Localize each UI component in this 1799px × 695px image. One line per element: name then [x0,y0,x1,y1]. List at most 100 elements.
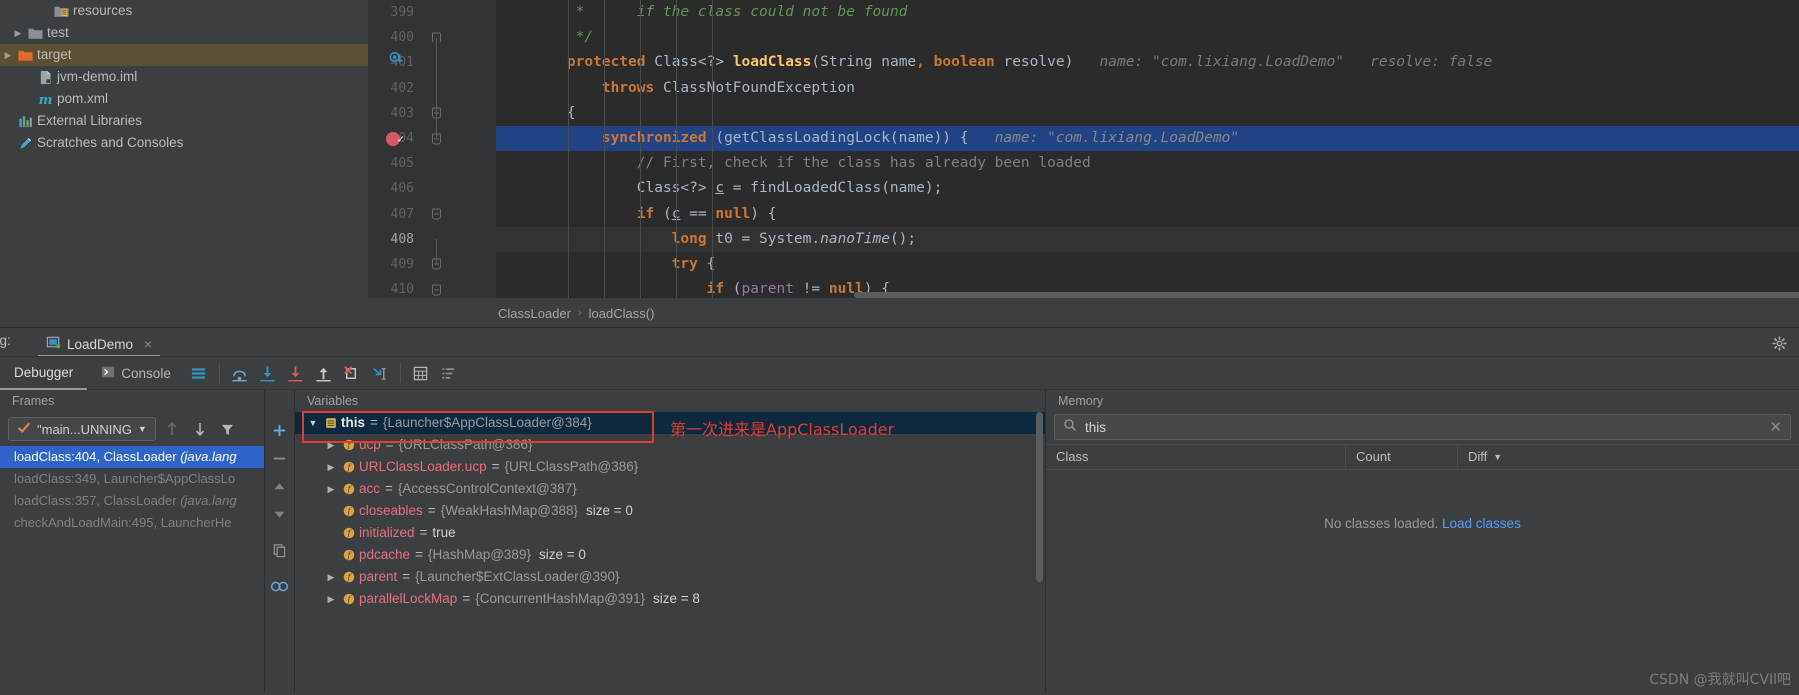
variables-toolstrip[interactable] [265,390,295,693]
tab-debugger[interactable]: Debugger [0,357,88,390]
frame-row[interactable]: checkAndLoadMain:495, LauncherHe [0,512,264,534]
gutter-line-403[interactable]: 403 [368,101,496,126]
variable-row[interactable]: ▶ f parent = {Launcher$ExtClassLoader@390} [295,566,1045,588]
breadcrumb-class[interactable]: ClassLoader [498,306,571,321]
breadcrumb-method[interactable]: loadClass() [589,306,655,321]
frames-up-icon[interactable] [160,417,184,441]
gutter-line-408[interactable]: 408 [368,227,496,252]
variable-row[interactable]: ▶ f acc = {AccessControlContext@387} [295,478,1045,500]
frame-row[interactable]: loadClass:357, ClassLoader (java.lang [0,490,264,512]
variable-row[interactable]: f closeables = {WeakHashMap@388} size = 0 [295,500,1045,522]
step-into-icon[interactable] [254,360,282,386]
code-line-403[interactable]: { [496,101,1799,126]
variable-row[interactable]: f initialized = true [295,522,1045,544]
column-header-count[interactable]: Count [1346,444,1458,470]
load-classes-link[interactable]: Load classes [1442,516,1521,531]
code-line-406[interactable]: Class<?> c = findLoadedClass(name); [496,176,1799,201]
add-watch-icon[interactable] [269,420,291,440]
filter-frames-icon[interactable] [216,417,240,441]
step-out-icon[interactable] [310,360,338,386]
variable-row[interactable]: ▶ f parallelLockMap = {ConcurrentHashMap@391… [295,588,1045,610]
code-editor[interactable]: 399 400 401 402 403 404 ✓ 405 406 407 408 409 410 * … [368,0,1799,298]
variable-name: pdcache [359,547,411,562]
memory-search-box[interactable]: ✕ [1054,414,1791,440]
editor-code-area[interactable]: * if the class could not be found */ pro… [496,0,1799,298]
frame-row[interactable]: loadClass:349, Launcher$AppClassLo [0,468,264,490]
chevron-right-icon[interactable]: ▶ [10,22,26,44]
frames-list[interactable]: loadClass:404, ClassLoader (java.lang loa… [0,446,264,534]
gutter-line-400[interactable]: 400 [368,25,496,50]
chevron-right-icon[interactable]: ▶ [323,434,339,456]
gutter-line-402[interactable]: 402 [368,76,496,101]
tree-item-external-libraries[interactable]: External Libraries [0,110,368,132]
breadcrumb[interactable]: ClassLoader › loadClass() [368,298,1799,328]
override-method-icon[interactable] [389,50,404,75]
code-line-401[interactable]: protected Class<?> loadClass(String name… [496,50,1799,75]
chevron-down-icon[interactable]: ▼ [305,412,321,434]
gutter-line-409[interactable]: 409 [368,252,496,277]
fold-closed-icon[interactable] [432,208,441,220]
tree-item-jvm-demo-iml[interactable]: jvm-demo.iml [0,66,368,88]
tree-item-test[interactable]: ▶ test [0,22,368,44]
variable-row[interactable]: f pdcache = {HashMap@389} size = 0 [295,544,1045,566]
move-watch-up-icon[interactable] [269,476,291,496]
code-line-405[interactable]: // First, check if the class has already… [496,151,1799,176]
gutter-line-410[interactable]: 410 [368,277,496,298]
watches-toggle-icon[interactable] [269,576,291,596]
memory-search-input[interactable] [1085,419,1762,435]
run-configuration-tab[interactable]: LoadDemo × [40,331,158,357]
drop-frame-icon[interactable] [338,360,366,386]
chevron-right-icon[interactable]: ▶ [323,456,339,478]
variables-list[interactable]: ▼ this = {Launcher$AppClassLoader@384} ▶ f ucp… [295,412,1045,610]
project-tree-panel[interactable]: resources ▶ test ▶ target jvm-demo.iml m pom.xm… [0,0,368,328]
run-to-cursor-icon[interactable] [366,360,394,386]
variable-row[interactable]: ▶ f URLClassLoader.ucp = {URLClassPath@386} [295,456,1045,478]
code-line-407[interactable]: if (c == null) { [496,202,1799,227]
tree-item-pom-xml[interactable]: m pom.xml [0,88,368,110]
remove-watch-icon[interactable] [269,448,291,468]
gutter-line-407[interactable]: 407 [368,202,496,227]
step-over-icon[interactable] [226,360,254,386]
gutter-line-404[interactable]: 404 ✓ [368,126,496,151]
gutter-line-401[interactable]: 401 [368,50,496,75]
code-line-408[interactable]: long t0 = System.nanoTime(); [496,226,1799,252]
layout-settings-icon[interactable] [185,360,213,386]
force-step-into-icon[interactable] [282,360,310,386]
gutter-line-399[interactable]: 399 [368,0,496,25]
chevron-right-icon[interactable]: ▶ [323,566,339,588]
memory-table-header[interactable]: Class Count Diff ▼ [1046,444,1799,470]
move-watch-down-icon[interactable] [269,504,291,524]
chevron-right-icon[interactable]: ▶ [323,478,339,500]
close-icon[interactable]: × [144,336,152,352]
clear-search-icon[interactable]: ✕ [1769,418,1782,436]
copy-value-icon[interactable] [269,540,291,560]
chevron-right-icon[interactable]: ▶ [0,44,16,66]
evaluate-expression-icon[interactable] [407,360,435,386]
editor-gutter[interactable]: 399 400 401 402 403 404 ✓ 405 406 407 408 409 410 [368,0,496,298]
code-line-409[interactable]: try { [496,252,1799,277]
code-line-404[interactable]: synchronized (getClassLoadingLock(name))… [496,125,1799,152]
gutter-line-406[interactable]: 406 [368,176,496,201]
fold-closed-icon[interactable] [432,284,441,296]
tree-item-scratches-and-consoles[interactable]: Scratches and Consoles [0,132,368,154]
column-header-diff[interactable]: Diff ▼ [1458,444,1538,470]
gear-icon[interactable] [1769,333,1789,353]
code-line-400[interactable]: */ [496,25,1799,50]
sort-descending-icon[interactable]: ▼ [1493,444,1502,470]
chevron-down-icon[interactable]: ▼ [138,424,147,434]
frames-down-icon[interactable] [188,417,212,441]
tab-console[interactable]: Console [87,357,185,390]
column-header-class[interactable]: Class [1046,444,1346,470]
frame-row[interactable]: loadClass:404, ClassLoader (java.lang [0,446,264,468]
code-line-402[interactable]: throws ClassNotFoundException [496,76,1799,101]
frames-toolbar[interactable]: "main...UNNING ▼ [0,412,264,446]
thread-selector[interactable]: "main...UNNING ▼ [8,417,156,441]
variables-scrollbar[interactable] [1036,412,1043,582]
debugger-toolbar[interactable]: Debugger Console [0,357,1799,390]
chevron-right-icon[interactable]: ▶ [323,588,339,610]
gutter-line-405[interactable]: 405 [368,151,496,176]
code-line-399[interactable]: * if the class could not be found [496,0,1799,25]
sort-variables-icon[interactable] [435,360,463,386]
tree-item-resources[interactable]: resources [0,0,368,22]
tree-item-target[interactable]: ▶ target [0,44,368,66]
